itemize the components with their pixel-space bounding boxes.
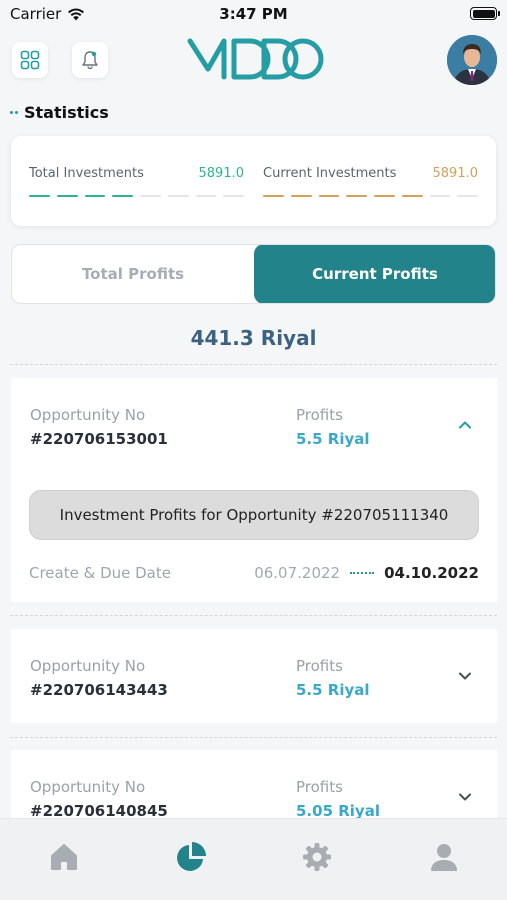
- home-icon: [51, 844, 77, 870]
- opportunity-profits-field: Profits 5.5 Riyal: [296, 657, 370, 699]
- tab-current-profits[interactable]: Current Profits: [254, 245, 495, 303]
- opportunity-number-field: Opportunity No #220706143443: [30, 657, 168, 699]
- opportunity-profits-field: Profits 5.05 Riyal: [296, 778, 380, 820]
- total-investments-value: 5891.0: [198, 166, 245, 181]
- bell-icon: [82, 51, 98, 70]
- current-investments-progress: [263, 195, 478, 197]
- bottom-navigation: [0, 818, 507, 900]
- battery-icon: [470, 7, 500, 20]
- current-investments-stat: Current Investments 5891.0: [263, 166, 478, 197]
- current-profits-total: 441.3 Riyal: [190, 326, 317, 350]
- grid-icon: [20, 50, 40, 70]
- opportunity-card[interactable]: Opportunity No #220706143443 Profits 5.5…: [11, 629, 497, 723]
- opportunity-profits: 5.5 Riyal: [296, 430, 370, 448]
- avatar-image: [447, 35, 497, 85]
- opportunity-number-field: Opportunity No #220706140845: [30, 778, 168, 820]
- user-icon: [431, 844, 457, 871]
- total-investments-label: Total Investments: [29, 166, 144, 181]
- opportunity-profits: 5.5 Riyal: [296, 681, 370, 699]
- divider: [10, 364, 497, 365]
- opportunity-profits-field: Profits 5.5 Riyal: [296, 406, 370, 448]
- opportunity-number: #220706143443: [30, 681, 168, 699]
- current-investments-label: Current Investments: [263, 166, 397, 181]
- profits-tabs: Total Profits Current Profits: [11, 244, 496, 304]
- current-investments-value: 5891.0: [432, 166, 479, 181]
- tab-total-profits[interactable]: Total Profits: [12, 245, 254, 303]
- user-avatar[interactable]: [447, 35, 497, 85]
- mddo-logo: [187, 38, 324, 80]
- menu-grid-button[interactable]: [12, 42, 48, 78]
- gear-icon: [303, 843, 331, 871]
- status-bar: Carrier 3:47 PM: [0, 0, 507, 28]
- nav-home[interactable]: [46, 839, 82, 875]
- date-row: Create & Due Date 06.07.2022 04.10.2022: [29, 564, 479, 582]
- nav-statistics[interactable]: [173, 839, 209, 875]
- chevron-down-icon[interactable]: [459, 791, 471, 803]
- statistics-card: Total Investments 5891.0 Current Investm…: [11, 136, 496, 226]
- status-time: 3:47 PM: [219, 5, 288, 23]
- pie-chart-icon: [177, 842, 206, 871]
- due-date: 04.10.2022: [384, 564, 479, 582]
- investment-profits-button[interactable]: Investment Profits for Opportunity #2207…: [29, 490, 479, 540]
- opportunity-number-field: Opportunity No #220706153001: [30, 406, 168, 448]
- chevron-down-icon[interactable]: [459, 670, 471, 682]
- opportunity-number: #220706153001: [30, 430, 168, 448]
- nav-profile[interactable]: [426, 839, 462, 875]
- divider: [10, 737, 497, 738]
- total-investments-stat: Total Investments 5891.0: [29, 166, 244, 197]
- chevron-up-icon[interactable]: [459, 419, 471, 431]
- nav-settings[interactable]: [299, 839, 335, 875]
- opportunity-card[interactable]: Opportunity No #220706153001 Profits 5.5…: [11, 378, 497, 602]
- create-date: 06.07.2022: [254, 564, 341, 582]
- divider: [10, 615, 497, 616]
- notifications-button[interactable]: [72, 42, 108, 78]
- date-label: Create & Due Date: [29, 564, 171, 582]
- section-dots-icon: [10, 111, 18, 114]
- statistics-title: Statistics: [10, 103, 109, 122]
- date-range-dots: [350, 572, 375, 574]
- total-investments-progress: [29, 195, 244, 197]
